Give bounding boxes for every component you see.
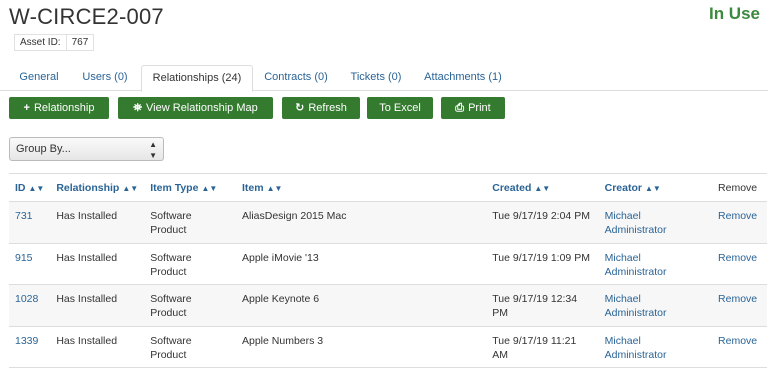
print-button[interactable]: ⎙ Print bbox=[441, 97, 505, 119]
plus-icon: + bbox=[23, 102, 30, 114]
remove-link[interactable]: Remove bbox=[718, 252, 757, 264]
tab-attachments[interactable]: Attachments (1) bbox=[417, 65, 509, 91]
view-map-label: View Relationship Map bbox=[146, 102, 258, 114]
remove-link[interactable]: Remove bbox=[718, 335, 757, 347]
view-relationship-map-button[interactable]: ⛯ View Relationship Map bbox=[118, 97, 273, 119]
row-item: Apple iMovie '13 bbox=[236, 243, 487, 285]
row-item-type: Software Product bbox=[144, 326, 236, 368]
table-row: 1339 Has Installed Software Product Apple… bbox=[9, 326, 767, 368]
refresh-button[interactable]: ↻ Refresh bbox=[282, 97, 360, 119]
remove-link[interactable]: Remove bbox=[718, 210, 757, 222]
tab-relationships[interactable]: Relationships (24) bbox=[141, 65, 253, 92]
row-item: AliasDesign 2015 Mac bbox=[236, 201, 487, 244]
row-item: Apple Numbers 3 bbox=[236, 326, 487, 368]
row-id-link[interactable]: 1339 bbox=[15, 335, 38, 347]
table-row: 915 Has Installed Software Product Apple … bbox=[9, 243, 767, 285]
add-relationship-button[interactable]: + Relationship bbox=[9, 97, 109, 119]
col-relationship-header[interactable]: Relationship ▲▼ bbox=[50, 173, 145, 202]
row-creator-link[interactable]: Michael Administrator bbox=[598, 326, 713, 368]
asset-id-box: Asset ID: 767 bbox=[14, 34, 95, 51]
table-row: 1028 Has Installed Software Product Apple… bbox=[9, 284, 767, 327]
asset-id-label: Asset ID: bbox=[15, 35, 67, 50]
row-creator-link[interactable]: Michael Administrator bbox=[598, 284, 713, 327]
to-excel-button[interactable]: To Excel bbox=[367, 97, 433, 119]
row-created: Tue 9/17/19 1:09 PM bbox=[486, 243, 599, 285]
col-id-header[interactable]: ID ▲▼ bbox=[9, 173, 51, 202]
tab-users[interactable]: Users (0) bbox=[75, 65, 135, 91]
sort-icon: ▲▼ bbox=[201, 183, 218, 193]
row-created: Tue 9/17/19 11:21 AM bbox=[486, 326, 599, 368]
add-relationship-label: Relationship bbox=[33, 102, 95, 114]
row-item-type: Software Product bbox=[144, 243, 236, 285]
refresh-label: Refresh bbox=[308, 102, 347, 114]
tab-general[interactable]: General bbox=[9, 65, 69, 91]
col-item-type-header[interactable]: Item Type ▲▼ bbox=[144, 173, 236, 202]
row-relationship: Has Installed bbox=[50, 243, 145, 285]
row-relationship: Has Installed bbox=[50, 284, 145, 327]
row-item-type: Software Product bbox=[144, 284, 236, 327]
col-creator-header[interactable]: Creator ▲▼ bbox=[598, 173, 713, 202]
row-item-type: Software Product bbox=[144, 201, 236, 244]
sitemap-icon: ⛯ bbox=[133, 102, 143, 114]
group-by-select[interactable]: Group By... ▲ ▼ bbox=[9, 137, 164, 161]
row-creator-link[interactable]: Michael Administrator bbox=[598, 243, 713, 285]
col-remove-header: Remove bbox=[712, 173, 767, 202]
tab-bar: General Users (0) Relationships (24) Con… bbox=[0, 65, 768, 92]
relationships-table: ID ▲▼ Relationship ▲▼ Item Type ▲▼ Item ▲▼ C… bbox=[9, 173, 767, 368]
row-id-link[interactable]: 915 bbox=[15, 252, 33, 264]
sort-icon: ▲▼ bbox=[534, 183, 551, 193]
sort-icon: ▲▼ bbox=[122, 183, 139, 193]
row-relationship: Has Installed bbox=[50, 201, 145, 244]
sort-icon: ▲▼ bbox=[28, 183, 45, 193]
row-id-link[interactable]: 731 bbox=[15, 210, 33, 222]
col-item-header[interactable]: Item ▲▼ bbox=[236, 173, 487, 202]
row-id-link[interactable]: 1028 bbox=[15, 293, 38, 305]
remove-link[interactable]: Remove bbox=[718, 293, 757, 305]
status-label: In Use bbox=[708, 4, 760, 23]
refresh-icon: ↻ bbox=[295, 102, 305, 114]
table-row: 731 Has Installed Software Product AliasD… bbox=[9, 201, 767, 244]
tab-contracts[interactable]: Contracts (0) bbox=[257, 65, 335, 91]
row-created: Tue 9/17/19 2:04 PM bbox=[486, 201, 599, 244]
col-created-header[interactable]: Created ▲▼ bbox=[486, 173, 599, 202]
row-item: Apple Keynote 6 bbox=[236, 284, 487, 327]
tab-tickets[interactable]: Tickets (0) bbox=[341, 65, 411, 91]
asset-title: W-CIRCE2-007 bbox=[9, 4, 164, 29]
group-by-value: Group By... bbox=[16, 143, 71, 155]
print-label: Print bbox=[468, 102, 491, 114]
asset-id-value: 767 bbox=[71, 37, 89, 48]
print-icon: ⎙ bbox=[455, 102, 465, 114]
select-arrows-icon: ▲ ▼ bbox=[149, 140, 157, 160]
row-creator-link[interactable]: Michael Administrator bbox=[598, 201, 713, 244]
sort-icon: ▲▼ bbox=[266, 183, 283, 193]
sort-icon: ▲▼ bbox=[644, 183, 661, 193]
table-header-row: ID ▲▼ Relationship ▲▼ Item Type ▲▼ Item ▲▼ C… bbox=[9, 173, 767, 202]
row-relationship: Has Installed bbox=[50, 326, 145, 368]
row-created: Tue 9/17/19 12:34 PM bbox=[486, 284, 599, 327]
